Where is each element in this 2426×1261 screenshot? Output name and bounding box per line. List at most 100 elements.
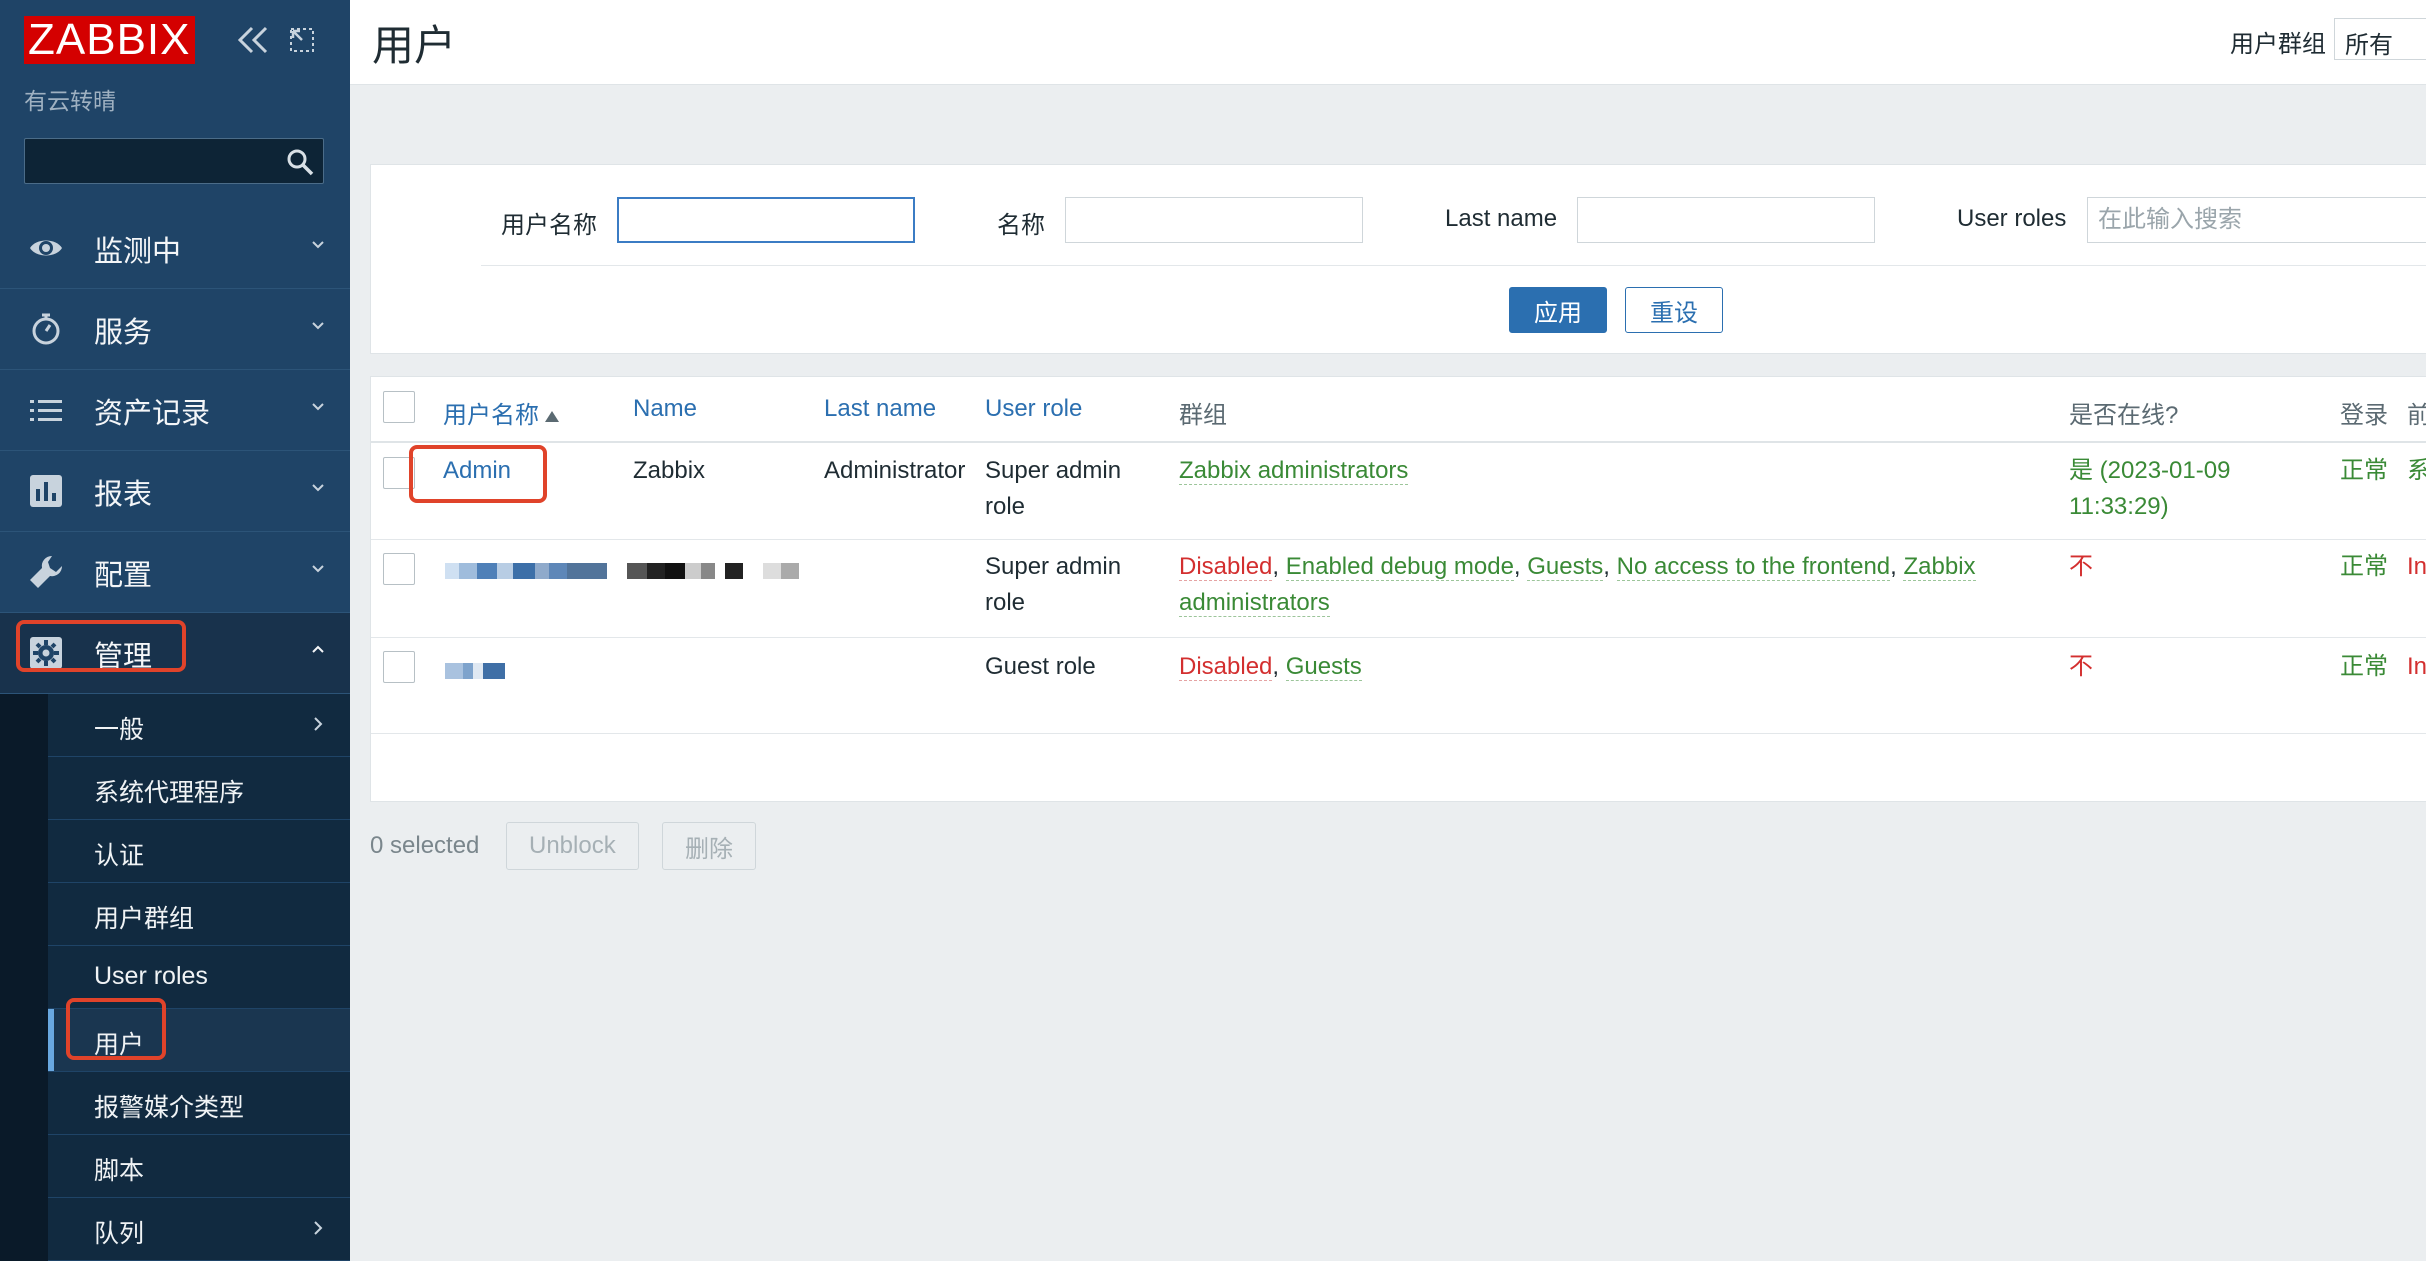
redacted-username[interactable] [445, 563, 607, 579]
submenu-item-general[interactable]: 一般 [48, 694, 350, 757]
menu-item-reports[interactable]: 报表 [0, 451, 350, 532]
menu-item-services[interactable]: 服务 [0, 289, 350, 370]
user-lastname: Administrator [824, 457, 966, 484]
gear-icon [30, 637, 62, 669]
submenu-item-media-types[interactable]: 报警媒介类型 [48, 1072, 350, 1135]
username-link[interactable]: Admin [443, 453, 511, 489]
table-row: Super admin role Disabled, Enabled debug… [371, 539, 2426, 638]
frontend-access: 系 [2407, 457, 2426, 484]
submenu-label: 用户 [94, 1031, 145, 1059]
groups-cell: administrators [1179, 585, 1330, 621]
online-status: 不 [2069, 653, 2093, 680]
filter-panel: 用户名称 名称 Last name User roles 应用 重设 [370, 164, 2426, 354]
name-filter-input[interactable] [1065, 197, 1363, 243]
submenu-indent [0, 694, 48, 1261]
submenu-item-authentication[interactable]: 认证 [48, 820, 350, 883]
stopwatch-icon [32, 313, 60, 345]
username-filter-input[interactable] [617, 197, 915, 243]
user-role: Super admin [985, 457, 1122, 484]
filter-divider [481, 265, 2426, 266]
menu-label: 管理 [94, 641, 153, 673]
submenu-item-proxies[interactable]: 系统代理程序 [48, 757, 350, 820]
name-filter-label: 名称 [997, 212, 1045, 239]
user-role: role [985, 493, 1026, 520]
submenu-label: User roles [94, 962, 208, 990]
submenu-item-scripts[interactable]: 脚本 [48, 1135, 350, 1198]
chevron-right-icon [314, 717, 323, 731]
sidebar-search[interactable] [24, 138, 324, 185]
page-header: 用户 用户群组 所有 [350, 0, 2426, 85]
group-link[interactable]: Zabbix administrators [1179, 457, 1409, 485]
user-group-filter-label: 用户群组 [2230, 31, 2326, 58]
username-filter-label: 用户名称 [501, 212, 597, 239]
redacted-username[interactable] [445, 663, 505, 679]
frontend-access: In [2407, 653, 2426, 680]
kiosk-mode-icon[interactable] [288, 26, 316, 54]
submenu-item-user-groups[interactable]: 用户群组 [48, 883, 350, 946]
column-header-lastname[interactable]: Last name [824, 395, 936, 423]
group-link[interactable]: Disabled [1179, 653, 1273, 681]
main-menu: 监测中 服务 资产记录 报表 配置 管理 一般 系统代理程序 认证 用户群组 U… [0, 208, 350, 1261]
unblock-button[interactable]: Unblock [506, 822, 639, 870]
user-role: Guest role [985, 653, 1096, 680]
submenu-label: 脚本 [94, 1157, 145, 1185]
column-header-label: 用户名称 [443, 402, 539, 429]
lastname-filter-input[interactable] [1577, 197, 1875, 243]
user-group-select[interactable]: 所有 [2334, 18, 2426, 60]
collapse-sidebar-icon[interactable] [236, 22, 270, 62]
column-header-name[interactable]: Name [633, 395, 697, 423]
menu-item-inventory[interactable]: 资产记录 [0, 370, 350, 451]
user-role: Super admin [985, 553, 1122, 580]
column-header-online: 是否在线? [2069, 402, 2179, 429]
menu-label: 资产记录 [94, 398, 211, 430]
menu-item-administration[interactable]: 管理 [0, 613, 350, 694]
bar-chart-icon [30, 475, 62, 507]
column-header-user-role[interactable]: User role [985, 395, 1082, 423]
submenu-label: 认证 [94, 842, 145, 870]
group-link[interactable]: Disabled [1179, 553, 1273, 581]
groups-cell: Disabled, Enabled debug mode, Guests, No… [1179, 553, 1976, 581]
group-link[interactable]: Enabled debug mode [1285, 553, 1514, 581]
online-status: 是 (2023-01-09 [2069, 457, 2231, 484]
submenu-item-user-roles[interactable]: User roles [48, 946, 350, 1009]
row-checkbox[interactable] [383, 651, 415, 683]
redacted-name [627, 563, 799, 579]
group-link[interactable]: administrators [1179, 589, 1330, 617]
chevron-down-icon [312, 241, 324, 249]
submenu-item-queue[interactable]: 队列 [48, 1198, 350, 1261]
zabbix-logo[interactable]: ZABBIX [24, 16, 195, 64]
list-icon [30, 400, 62, 421]
frontend-access: In [2407, 553, 2426, 580]
user-role: role [985, 589, 1026, 616]
group-link[interactable]: Zabbix [1903, 553, 1976, 581]
submenu-item-users[interactable]: 用户 [48, 1009, 350, 1072]
reset-button[interactable]: 重设 [1625, 287, 1723, 333]
table-row: Admin Zabbix Administrator Super admin r… [371, 443, 2426, 540]
group-link[interactable]: No access to the frontend [1616, 553, 1891, 581]
user-name: Zabbix [633, 457, 706, 484]
menu-label: 监测中 [94, 236, 182, 268]
sidebar: ZABBIX 有云转晴 监测中 服务 资产记录 报表 配置 管理 一般 系统代理… [0, 0, 350, 1261]
online-status: 不 [2069, 553, 2093, 580]
search-icon[interactable] [285, 147, 315, 177]
server-name: 有云转晴 [24, 88, 116, 114]
group-link[interactable]: Guests [1527, 553, 1604, 581]
chevron-down-icon [312, 484, 324, 492]
roles-filter-input[interactable] [2087, 197, 2426, 243]
submenu-label: 队列 [94, 1220, 145, 1248]
apply-button[interactable]: 应用 [1509, 287, 1607, 333]
select-all-checkbox[interactable] [383, 391, 415, 423]
sort-ascending-icon [545, 411, 559, 423]
row-checkbox[interactable] [383, 457, 415, 489]
group-link[interactable]: Guests [1285, 653, 1362, 681]
roles-filter-label: User roles [1957, 205, 2067, 232]
menu-item-configuration[interactable]: 配置 [0, 532, 350, 613]
column-header-username[interactable]: 用户名称 [443, 395, 559, 430]
row-checkbox[interactable] [383, 553, 415, 585]
table-row: Guest role Disabled, Guests 不 正常 In [371, 637, 2426, 734]
eye-icon [30, 240, 62, 256]
delete-button[interactable]: 删除 [662, 822, 756, 870]
menu-item-monitoring[interactable]: 监测中 [0, 208, 350, 289]
sidebar-search-input[interactable] [25, 139, 287, 185]
column-header-frontend: 前 [2407, 402, 2426, 429]
